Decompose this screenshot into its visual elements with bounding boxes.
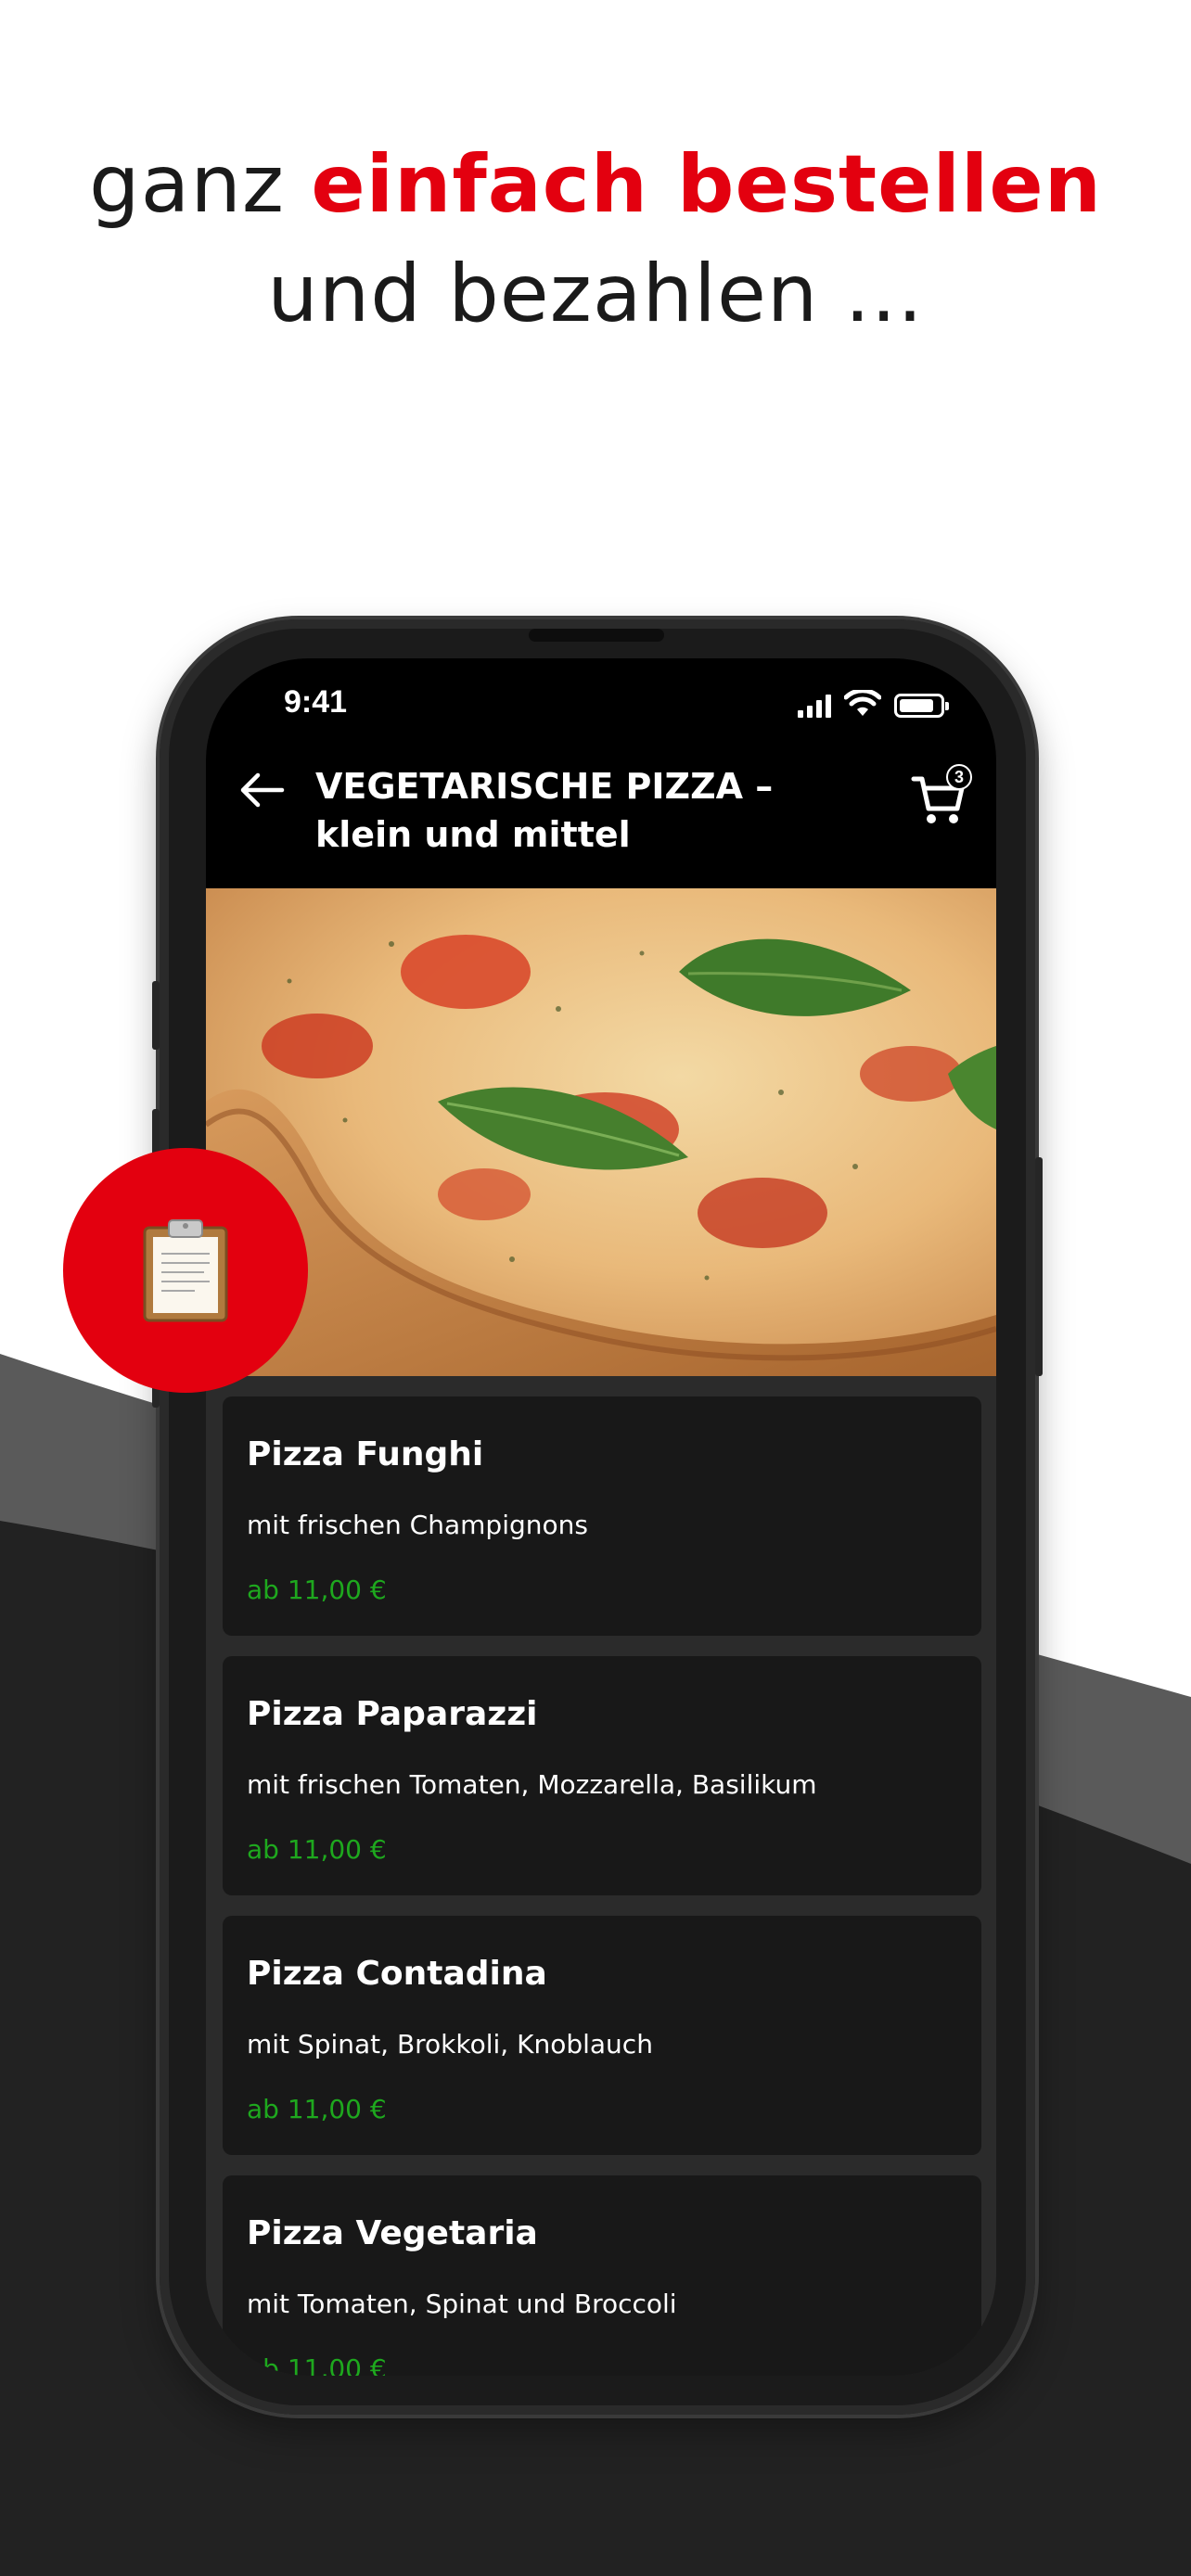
product-description: mit frischen Champignons bbox=[247, 1510, 588, 1540]
category-hero-image bbox=[206, 888, 996, 1376]
phone-frame: 9:41 VEGETARISCHE PIZZA – klein und mitt… bbox=[152, 619, 1043, 2415]
cart-count-badge: 3 bbox=[946, 764, 972, 790]
headline-accent: einfach bestellen bbox=[311, 138, 1102, 231]
page-title: VEGETARISCHE PIZZA – klein und mittel bbox=[315, 766, 774, 855]
order-list-button[interactable] bbox=[63, 1148, 308, 1393]
phone-side-button bbox=[1035, 1157, 1043, 1376]
app-bar: VEGETARISCHE PIZZA – klein und mittel 3 bbox=[206, 740, 996, 888]
cart-button[interactable]: 3 bbox=[911, 764, 978, 825]
arrow-left-icon bbox=[240, 772, 285, 808]
product-card[interactable]: Pizza Paparazzi mit frischen Tomaten, Mo… bbox=[223, 1656, 981, 1895]
phone-speaker bbox=[529, 629, 664, 642]
product-description: mit Spinat, Brokkoli, Knoblauch bbox=[247, 2029, 653, 2060]
product-price: ab 11,00 € bbox=[247, 2353, 387, 2376]
headline-line1: ganz einfach bestellen bbox=[0, 130, 1191, 239]
product-description: mit frischen Tomaten, Mozzarella, Basili… bbox=[247, 1769, 817, 1800]
product-card[interactable]: Pizza Vegetaria mit Tomaten, Spinat und … bbox=[223, 2175, 981, 2376]
battery-icon bbox=[894, 694, 949, 718]
phone-side-button bbox=[152, 981, 160, 1050]
product-name: Pizza Paparazzi bbox=[247, 1695, 538, 1733]
headline: ganz einfach bestellen und bezahlen ... bbox=[0, 130, 1191, 349]
back-button[interactable] bbox=[232, 760, 291, 820]
status-time: 9:41 bbox=[284, 684, 348, 720]
product-description: mit Tomaten, Spinat und Broccoli bbox=[247, 2289, 677, 2319]
signal-icon bbox=[798, 694, 831, 718]
wifi-icon bbox=[844, 690, 881, 716]
pizza-image bbox=[206, 888, 996, 1376]
product-list: Pizza Funghi mit frischen Champignons ab… bbox=[223, 1396, 981, 2376]
product-card[interactable]: Pizza Contadina mit Spinat, Brokkoli, Kn… bbox=[223, 1916, 981, 2155]
headline-line2: und bezahlen ... bbox=[267, 248, 924, 340]
headline-plain: ganz bbox=[89, 138, 312, 231]
product-name: Pizza Funghi bbox=[247, 1435, 484, 1473]
phone-screen: 9:41 VEGETARISCHE PIZZA – klein und mitt… bbox=[206, 658, 996, 2376]
product-price: ab 11,00 € bbox=[247, 1834, 387, 1865]
product-name: Pizza Vegetaria bbox=[247, 2214, 538, 2252]
product-name: Pizza Contadina bbox=[247, 1955, 547, 1993]
product-price: ab 11,00 € bbox=[247, 1575, 387, 1605]
status-bar: 9:41 bbox=[206, 658, 996, 740]
product-price: ab 11,00 € bbox=[247, 2094, 387, 2124]
clipboard-icon bbox=[143, 1219, 228, 1322]
product-card[interactable]: Pizza Funghi mit frischen Champignons ab… bbox=[223, 1396, 981, 1636]
status-icons bbox=[798, 690, 949, 718]
